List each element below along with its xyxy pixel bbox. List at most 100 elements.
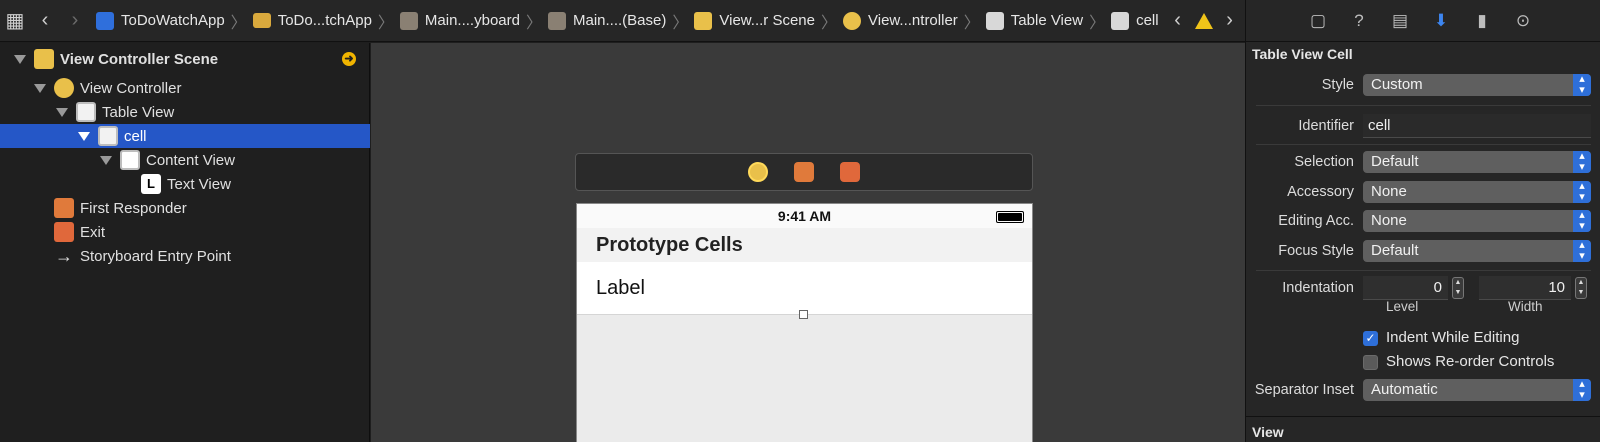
go-to-arrow-icon[interactable]: ➜ bbox=[342, 52, 356, 66]
warning-icon[interactable] bbox=[1194, 12, 1213, 29]
outline-item-cell[interactable]: cell bbox=[0, 124, 370, 148]
status-bar: 9:41 AM bbox=[577, 204, 1032, 228]
table-view-icon bbox=[985, 11, 1004, 30]
outline-label: Content View bbox=[146, 151, 235, 169]
disclosure-triangle-icon[interactable] bbox=[56, 107, 68, 117]
crumb-storyboard[interactable]: Main....yboard 〉 bbox=[394, 0, 542, 42]
view-section-title: View bbox=[1252, 424, 1284, 440]
level-caption: Level bbox=[1386, 299, 1419, 314]
disclosure-triangle-icon[interactable] bbox=[100, 155, 112, 165]
focus-style-label: Focus Style bbox=[1278, 243, 1354, 259]
arrow-right-icon: → bbox=[55, 245, 73, 266]
editing-accessory-popup[interactable]: None ▴ ▾ bbox=[1363, 210, 1591, 232]
selection-popup[interactable]: Default ▴ ▾ bbox=[1363, 151, 1591, 173]
next-issue-button[interactable]: › bbox=[1219, 0, 1241, 42]
indent-while-editing-checkbox[interactable]: ✓ bbox=[1363, 331, 1378, 346]
outline-item-view-controller[interactable]: View Controller bbox=[0, 76, 370, 100]
attributes-inspector: ▢ ? ▤ ⬇ ▮ ⊙ Table View Cell Style Custom… bbox=[1245, 0, 1600, 442]
outline-label: Table View bbox=[102, 103, 175, 121]
divider bbox=[1256, 270, 1591, 271]
outline-label: Exit bbox=[80, 223, 106, 241]
chevron-right-icon: 〉 bbox=[1089, 14, 1106, 32]
resize-handle[interactable] bbox=[799, 310, 808, 319]
back-button[interactable]: ‹ bbox=[30, 0, 60, 42]
view-controller-preview[interactable]: 9:41 AM Prototype Cells Label bbox=[576, 203, 1033, 442]
accessory-popup[interactable]: None ▴ ▾ bbox=[1363, 181, 1591, 203]
view-controller-icon[interactable] bbox=[748, 162, 768, 182]
crumb-label: cell bbox=[1136, 12, 1159, 29]
shows-reorder-checkbox[interactable] bbox=[1363, 355, 1378, 370]
crumb-label: Main....(Base) bbox=[572, 12, 667, 29]
cell-label[interactable]: Label bbox=[596, 277, 645, 300]
disclosure-triangle-icon[interactable] bbox=[34, 83, 46, 93]
outline-item-first-responder[interactable]: First Responder bbox=[0, 196, 370, 220]
forward-button[interactable]: › bbox=[60, 0, 90, 42]
style-popup[interactable]: Custom ▴ ▾ bbox=[1363, 74, 1591, 96]
editing-accessory-label: Editing Acc. bbox=[1278, 213, 1354, 229]
crumb-project[interactable]: ToDoWatchApp 〉 bbox=[90, 0, 247, 42]
disclosure-triangle-icon[interactable] bbox=[78, 131, 90, 141]
outline-item-exit[interactable]: Exit bbox=[0, 220, 370, 244]
document-outline: View Controller Scene ➜ View Controller … bbox=[0, 43, 370, 442]
chevron-updown-icon: ▴ ▾ bbox=[1573, 210, 1591, 232]
help-icon[interactable]: ? bbox=[1347, 9, 1371, 33]
storyboard-icon bbox=[399, 11, 418, 30]
separator-inset-label: Separator Inset bbox=[1254, 382, 1354, 398]
indentation-width-field[interactable]: 10 bbox=[1479, 276, 1571, 300]
view-controller-icon bbox=[843, 11, 862, 30]
section-header: Prototype Cells bbox=[577, 228, 1032, 262]
prototype-cell[interactable]: Label bbox=[577, 262, 1032, 319]
identity-icon[interactable]: ▤ bbox=[1388, 9, 1412, 33]
crumb-cell[interactable]: cell bbox=[1105, 0, 1159, 42]
selection-label: Selection bbox=[1294, 154, 1354, 170]
jump-bar: ▦ ‹ › ToDoWatchApp 〉 ToDo...tchApp 〉 Mai… bbox=[0, 0, 1245, 42]
first-responder-icon[interactable] bbox=[794, 162, 814, 182]
crumb-folder[interactable]: ToDo...tchApp 〉 bbox=[247, 0, 394, 42]
previous-issue-button[interactable]: ‹ bbox=[1167, 0, 1189, 42]
width-caption: Width bbox=[1508, 299, 1543, 314]
indentation-label: Indentation bbox=[1282, 280, 1354, 296]
interface-builder-canvas[interactable]: 9:41 AM Prototype Cells Label bbox=[371, 43, 1245, 442]
table-cell-icon bbox=[98, 126, 118, 146]
disclosure-triangle-icon[interactable] bbox=[14, 54, 26, 64]
label-icon: L bbox=[141, 174, 161, 194]
focus-style-value: Default bbox=[1371, 242, 1419, 259]
chevron-updown-icon: ▴ ▾ bbox=[1573, 151, 1591, 173]
divider bbox=[1246, 416, 1600, 417]
attributes-icon[interactable]: ⬇ bbox=[1429, 9, 1453, 33]
crumb-scene[interactable]: View...r Scene 〉 bbox=[688, 0, 837, 42]
outline-item-scene[interactable]: View Controller Scene ➜ bbox=[0, 47, 370, 71]
crumb-storyboard-base[interactable]: Main....(Base) 〉 bbox=[542, 0, 688, 42]
scene-icon bbox=[34, 49, 54, 69]
outline-item-entry-point[interactable]: → Storyboard Entry Point bbox=[0, 244, 370, 268]
editing-accessory-value: None bbox=[1371, 212, 1407, 229]
crumb-label: ToDo...tchApp bbox=[277, 12, 372, 29]
outline-label: Storyboard Entry Point bbox=[80, 247, 231, 265]
chevron-updown-icon: ▴ ▾ bbox=[1573, 181, 1591, 203]
storyboard-icon bbox=[547, 11, 566, 30]
inspector-tabs: ▢ ? ▤ ⬇ ▮ ⊙ bbox=[1246, 0, 1600, 42]
width-stepper[interactable]: ▲ ▼ bbox=[1575, 277, 1587, 299]
scene-icon bbox=[694, 11, 713, 30]
crumb-view-controller[interactable]: View...ntroller 〉 bbox=[837, 0, 980, 42]
file-icon[interactable]: ▢ bbox=[1306, 9, 1330, 33]
size-icon[interactable]: ▮ bbox=[1470, 9, 1494, 33]
focus-style-popup[interactable]: Default ▴ ▾ bbox=[1363, 240, 1591, 262]
chevron-updown-icon: ▴ ▾ bbox=[1573, 74, 1591, 96]
level-stepper[interactable]: ▲ ▼ bbox=[1452, 277, 1464, 299]
scene-dock bbox=[575, 153, 1033, 191]
indent-while-editing-label: Indent While Editing bbox=[1386, 329, 1520, 346]
outline-item-text-view[interactable]: L Text View bbox=[0, 172, 370, 196]
first-responder-icon bbox=[54, 198, 74, 218]
indentation-level-field[interactable]: 0 bbox=[1363, 276, 1448, 300]
chevron-updown-icon: ▴ ▾ bbox=[1573, 240, 1591, 262]
connections-icon[interactable]: ⊙ bbox=[1511, 9, 1535, 33]
separator-inset-popup[interactable]: Automatic ▴ ▾ bbox=[1363, 379, 1591, 401]
crumb-table-view[interactable]: Table View 〉 bbox=[980, 0, 1105, 42]
chevron-right-icon: 〉 bbox=[377, 14, 394, 32]
exit-icon[interactable] bbox=[840, 162, 860, 182]
outline-item-table-view[interactable]: Table View bbox=[0, 100, 370, 124]
related-items-icon[interactable]: ▦ bbox=[0, 0, 30, 42]
outline-item-content-view[interactable]: Content View bbox=[0, 148, 370, 172]
identifier-field[interactable]: cell bbox=[1363, 114, 1591, 138]
